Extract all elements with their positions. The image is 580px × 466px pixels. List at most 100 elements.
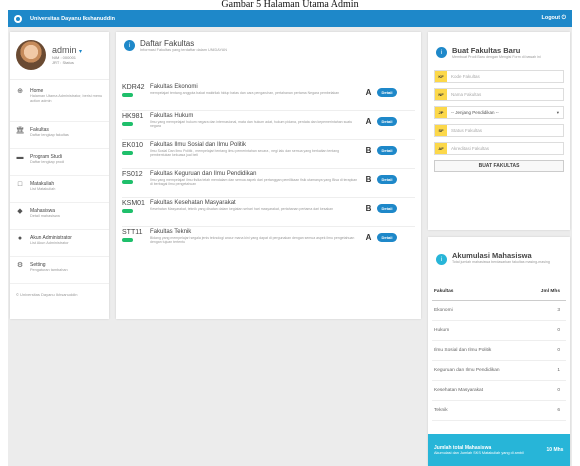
chevron-down-icon: ▾	[556, 109, 559, 115]
column-header-fakultas: Fakultas	[434, 289, 454, 294]
avatar	[16, 39, 46, 70]
accum-subtitle: Total jumlah mahasiswa berdasarkan fakul…	[452, 260, 550, 264]
user-icon: ●	[17, 235, 23, 242]
sidebar-item-matakuliah[interactable]: □ Matakuliah List Matakuliah	[10, 176, 109, 203]
field-tag: SF	[435, 125, 447, 136]
sidebar-item-sub: Detail mahasiswa	[30, 214, 60, 218]
faculty-code: EK010	[122, 142, 144, 149]
student-accumulation-panel: i Akumulasi Mahasiswa Total jumlah mahas…	[428, 237, 570, 466]
student-count: 6	[557, 408, 560, 413]
sidebar-item-sub: Halaman Utama Administrator, berisi menu…	[30, 94, 103, 103]
faculty-desc: Bidang yang mempelajari segala jenis tek…	[150, 236, 355, 245]
sidebar-item-sub: List Akun Administrator	[30, 241, 69, 245]
sidebar-item-sub: List Matakuliah	[30, 187, 56, 191]
faculty-name: Keguruan dan Ilmu Pendidikan	[434, 368, 500, 373]
student-count: 1	[557, 368, 560, 373]
university-logo-icon	[14, 14, 22, 23]
total-value: 10 Mhs	[546, 447, 564, 453]
column-header-jml: Jml Mhs	[540, 289, 560, 294]
copyright-text: © Universitas Dayanu Ikhsanuddin	[16, 292, 78, 297]
status-badge	[122, 93, 133, 97]
detail-button[interactable]: Detail	[377, 146, 397, 155]
status-badge	[122, 180, 133, 184]
faculty-code: STT11	[122, 229, 143, 236]
info-icon: i	[124, 40, 135, 51]
status-fakultas-input[interactable]: Status Fakultas	[447, 125, 563, 136]
page-title: Daftar Fakultas	[140, 39, 195, 48]
student-count: 3	[557, 308, 560, 313]
table-row: KDR42 Fakultas Ekonomi mempelajari tentan…	[122, 82, 415, 111]
faculty-desc: mempelajari tentang anggota bakat maktri…	[150, 91, 340, 95]
sidebar-item-sub: Daftar lengkap prodi	[30, 160, 65, 164]
panel-header: i Akumulasi Mahasiswa Total jumlah mahas…	[428, 237, 570, 265]
student-count: 0	[557, 328, 560, 333]
field-tag: KF	[435, 71, 447, 82]
figure-caption: Gambar 5 Halaman Utama Admin	[221, 0, 359, 10]
field-tag: AF	[435, 143, 447, 154]
nama-fakultas-input[interactable]: Nama Fakultas	[447, 89, 563, 100]
detail-button[interactable]: Detail	[377, 204, 397, 213]
detail-button[interactable]: Detail	[377, 88, 397, 97]
user-profile: admin ▾ NIM : 000001 JRT : Status	[10, 32, 109, 80]
sidebar-item-sub: Pengaturan tambahan	[30, 268, 68, 272]
faculty-desc: Ilmu Sosial Dan Ilmu Politik , mempelaja…	[150, 149, 340, 158]
akreditasi-fakultas-field[interactable]: AF Akreditasi Fakultas	[434, 142, 564, 155]
logout-button[interactable]: Logout ⏻	[541, 15, 566, 22]
detail-button[interactable]: Detail	[377, 117, 397, 126]
status-fakultas-field[interactable]: SF Status Fakultas	[434, 124, 564, 137]
profile-name-toggle[interactable]: admin ▾	[52, 45, 82, 55]
sidebar-item-fakultas[interactable]: 🏛 Fakultas Daftar lengkap fakultas	[10, 122, 109, 149]
table-row: Ekonomi 3	[432, 301, 566, 321]
table-row: EK010 Fakultas Ilmu Sosial dan Ilmu Poli…	[122, 140, 415, 169]
admin-app: Universitas Dayanu Ikshanuddin Logout ⏻ …	[8, 10, 572, 466]
kode-fakultas-field[interactable]: KF Kode Fakultas	[434, 70, 564, 83]
detail-button[interactable]: Detail	[377, 175, 397, 184]
sidebar-item-home[interactable]: ⊕ Home Halaman Utama Administrator, beris…	[10, 80, 109, 122]
brand-title: Universitas Dayanu Ikshanuddin	[30, 15, 115, 22]
table-row: Hukum 0	[432, 321, 566, 341]
sidebar-item-mahasiswa[interactable]: ◆ Mahasiswa Detail mahasiswa	[10, 203, 109, 230]
jenjang-pendidikan-select[interactable]: -- Jenjang Pendidikan -- ▾	[447, 107, 563, 118]
faculty-desc: Ilmu yang mempelajari ilmu fisika telah …	[150, 178, 358, 187]
faculty-list-panel: i Daftar Fakultas Informasi Fakultas yan…	[116, 32, 421, 319]
table-header: Fakultas Jml Mhs	[432, 283, 566, 301]
accreditation-grade: B	[365, 146, 372, 155]
jenjang-pendidikan-field[interactable]: JP -- Jenjang Pendidikan -- ▾	[434, 106, 564, 119]
create-faculty-panel: i Buat Fakultas Baru Membuat Prodi Baru …	[428, 32, 570, 230]
faculty-table: KDR42 Fakultas Ekonomi mempelajari tentan…	[122, 82, 415, 256]
table-row: HK981 Fakultas Hukum Ilmu yang mempelajar…	[122, 111, 415, 140]
sidebar-item-admin-account[interactable]: ● Akun Administrator List Akun Administra…	[10, 230, 109, 257]
accumulation-table: Fakultas Jml Mhs Ekonomi 3 Hukum 0 Ilmu So…	[432, 283, 566, 421]
total-sublabel: Akumulasi dan Jumlah SKS Matakuliah yang…	[434, 450, 524, 455]
kode-fakultas-input[interactable]: Kode Fakultas	[447, 71, 563, 82]
info-icon: i	[436, 254, 447, 265]
create-faculty-button[interactable]: BUAT FAKULTAS	[434, 160, 564, 172]
book-icon: □	[17, 181, 23, 188]
sidebar: admin ▾ NIM : 000001 JRT : Status ⊕ Home…	[10, 32, 109, 319]
table-row: FS012 Fakultas Keguruan dan Ilmu Pendidi…	[122, 169, 415, 198]
faculty-name: Ilmu Sosial dan Ilmu Politik	[434, 348, 492, 353]
status-badge	[122, 151, 133, 155]
student-count: 0	[557, 388, 560, 393]
panel-header: i Buat Fakultas Baru Membuat Prodi Baru …	[428, 32, 570, 59]
gear-icon: ⚙	[16, 262, 24, 269]
faculty-name: Fakultas Ilmu Sosial dan Ilmu Politik	[150, 142, 247, 148]
nama-fakultas-field[interactable]: NF Nama Fakultas	[434, 88, 564, 101]
gamepad-icon: ⊕	[17, 88, 23, 95]
sidebar-item-setting[interactable]: ⚙ Setting Pengaturan tambahan	[10, 257, 109, 284]
create-title: Buat Fakultas Baru	[452, 46, 521, 55]
faculty-code: FS012	[122, 171, 143, 178]
student-icon: ◆	[17, 208, 23, 215]
sidebar-item-prodi[interactable]: ▬ Program Studi Daftar lengkap prodi	[10, 149, 109, 176]
status-badge	[122, 238, 133, 242]
table-row: STT11 Fakultas Teknik Bidang yang mempela…	[122, 227, 415, 256]
table-row: Keguruan dan Ilmu Pendidikan 1	[432, 361, 566, 381]
profile-name: admin	[52, 44, 77, 55]
accreditation-grade: A	[365, 88, 372, 97]
field-tag: JP	[435, 107, 447, 118]
top-bar: Universitas Dayanu Ikshanuddin Logout ⏻	[8, 10, 572, 27]
akreditasi-fakultas-input[interactable]: Akreditasi Fakultas	[447, 143, 563, 154]
accreditation-grade: B	[365, 175, 372, 184]
detail-button[interactable]: Detail	[377, 233, 397, 242]
faculty-name: Fakultas Kesehatan Masyarakat	[150, 200, 236, 206]
